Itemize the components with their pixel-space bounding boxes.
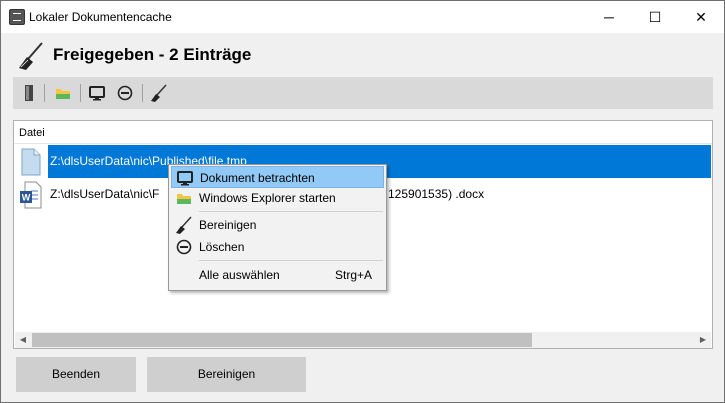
svg-text:W: W xyxy=(22,193,31,203)
menu-item-open-explorer[interactable]: Windows Explorer starten xyxy=(171,187,384,209)
broom-icon[interactable] xyxy=(148,83,170,103)
horizontal-scrollbar[interactable]: ◀ ▶ xyxy=(15,332,711,348)
minimize-button[interactable]: ─ xyxy=(586,1,632,33)
menu-item-label: Löschen xyxy=(199,240,245,254)
toolbar-separator xyxy=(44,84,45,102)
menu-separator xyxy=(199,211,383,212)
file-path-end: 125901535) .docx xyxy=(388,187,485,201)
scroll-thumb[interactable] xyxy=(32,333,532,347)
monitor-icon[interactable] xyxy=(86,83,108,103)
folder-icon xyxy=(175,189,193,207)
folder-icon[interactable] xyxy=(52,83,74,103)
broom-icon xyxy=(19,42,43,70)
close-button[interactable]: ✕ xyxy=(678,1,724,33)
exit-door-icon[interactable] xyxy=(18,83,40,103)
app-icon xyxy=(9,9,25,25)
menu-item-clean[interactable]: Bereinigen xyxy=(171,214,384,236)
clean-button[interactable]: Bereinigen xyxy=(147,357,306,392)
context-menu: Dokument betrachten Windows Explorer sta… xyxy=(168,164,387,291)
column-header-file[interactable]: Datei xyxy=(19,127,45,139)
menu-item-label: Dokument betrachten xyxy=(200,171,315,185)
menu-item-label: Alle auswählen xyxy=(199,268,280,282)
menu-item-label: Windows Explorer starten xyxy=(199,191,336,205)
exit-button[interactable]: Beenden xyxy=(16,357,136,392)
title-bar[interactable]: Lokaler Dokumentencache ─ ☐ ✕ xyxy=(1,1,724,33)
menu-item-view-document[interactable]: Dokument betrachten xyxy=(171,166,384,188)
file-path: Z:\dlsUserData\nic\F xyxy=(50,187,160,201)
monitor-icon xyxy=(176,169,194,187)
remove-circle-icon xyxy=(175,238,193,256)
menu-item-delete[interactable]: Löschen xyxy=(171,236,384,258)
generic-file-icon xyxy=(21,148,41,176)
menu-separator xyxy=(199,260,383,261)
window-title: Lokaler Dokumentencache xyxy=(29,10,172,24)
broom-icon xyxy=(175,216,193,234)
toolbar-separator xyxy=(80,84,81,102)
header-divider xyxy=(14,143,712,144)
word-document-icon: W xyxy=(20,181,42,209)
scroll-right-arrow[interactable]: ▶ xyxy=(695,332,711,348)
scroll-left-arrow[interactable]: ◀ xyxy=(15,332,31,348)
menu-item-label: Bereinigen xyxy=(199,218,257,232)
menu-item-shortcut: Strg+A xyxy=(335,268,373,282)
toolbar-separator xyxy=(142,84,143,102)
maximize-button[interactable]: ☐ xyxy=(632,1,678,33)
menu-item-select-all[interactable]: Alle auswählen Strg+A xyxy=(171,264,384,286)
page-title: Freigegeben - 2 Einträge xyxy=(53,45,252,64)
remove-circle-icon[interactable] xyxy=(114,83,136,103)
main-window: Lokaler Dokumentencache ─ ☐ ✕ Freigegebe… xyxy=(0,0,725,403)
toolbar xyxy=(13,77,713,109)
